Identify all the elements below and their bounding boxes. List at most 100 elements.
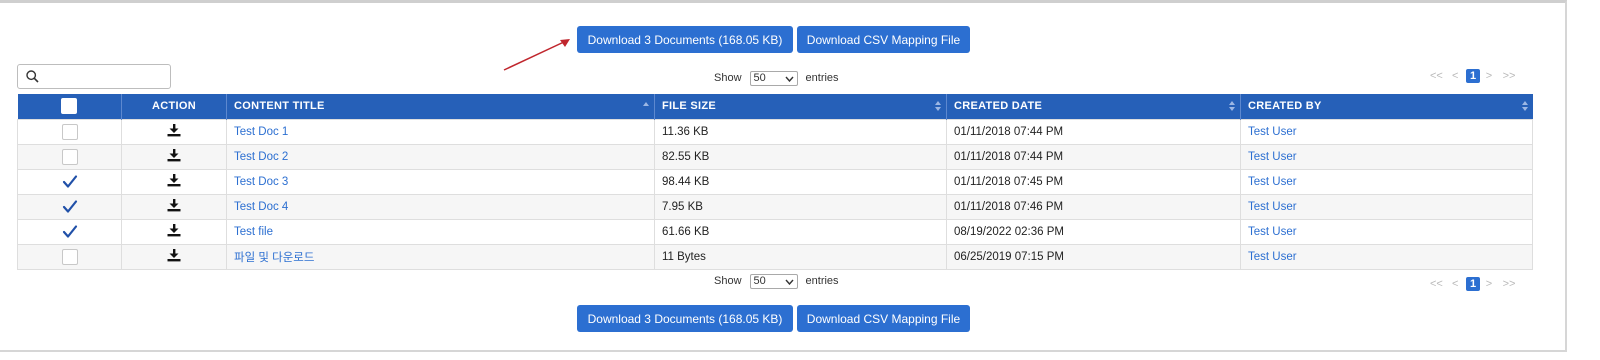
row-title-cell: Test file <box>226 218 655 245</box>
pager-last[interactable]: >> <box>1498 278 1520 290</box>
row-select-cell[interactable] <box>17 118 122 145</box>
header-content-title-label: CONTENT TITLE <box>234 100 325 113</box>
row-checkbox[interactable] <box>62 224 78 240</box>
row-size-cell: 98.44 KB <box>654 168 947 195</box>
chevron-down-icon <box>785 279 794 285</box>
row-title-cell: Test Doc 1 <box>226 118 655 145</box>
content-title-link[interactable]: Test Doc 1 <box>234 126 288 138</box>
row-select-cell[interactable] <box>17 168 122 195</box>
table-body: Test Doc 1 11.36 KB 01/11/2018 07:44 PM Tes… <box>17 118 1533 270</box>
row-select-cell[interactable] <box>17 243 122 270</box>
length-control-bottom: Show 50 entries <box>714 273 839 289</box>
content-title-link[interactable]: 파일 및 다운로드 <box>234 252 314 264</box>
row-checkbox[interactable] <box>62 199 78 215</box>
download-icon[interactable] <box>167 123 181 140</box>
table-row: Test Doc 4 7.95 KB 01/11/2018 07:46 PM Test… <box>17 193 1533 220</box>
sort-asc-icon <box>643 102 649 106</box>
row-title-cell: Test Doc 4 <box>226 193 655 220</box>
content-title-link[interactable]: Test Doc 4 <box>234 201 288 213</box>
download-csv-button-bottom[interactable]: Download CSV Mapping File <box>797 305 970 332</box>
content-title-link[interactable]: Test Doc 3 <box>234 176 288 188</box>
search-field[interactable] <box>17 64 171 89</box>
row-title-cell: Test Doc 3 <box>226 168 655 195</box>
table-header-row: ACTION CONTENT TITLE FILE SIZE CREATED D… <box>17 94 1533 119</box>
pager-current[interactable]: 1 <box>1466 277 1480 291</box>
row-date-cell: 06/25/2019 07:15 PM <box>946 243 1241 270</box>
created-by-link[interactable]: Test User <box>1248 251 1297 263</box>
content-title-link[interactable]: Test Doc 2 <box>234 151 288 163</box>
select-all-checkbox[interactable] <box>61 98 78 115</box>
download-documents-button-top[interactable]: Download 3 Documents (168.05 KB) <box>577 26 793 53</box>
created-by-link[interactable]: Test User <box>1248 201 1297 213</box>
row-date-cell: 01/11/2018 07:46 PM <box>946 193 1241 220</box>
row-checkbox[interactable] <box>61 123 78 140</box>
header-file-size[interactable]: FILE SIZE <box>654 94 947 119</box>
content-title-link[interactable]: Test file <box>234 226 273 238</box>
created-by-link[interactable]: Test User <box>1248 226 1297 238</box>
row-date-cell: 01/11/2018 07:45 PM <box>946 168 1241 195</box>
row-created-by-cell: Test User <box>1240 193 1533 220</box>
row-created-by-cell: Test User <box>1240 218 1533 245</box>
row-select-cell[interactable] <box>17 218 122 245</box>
row-checkbox[interactable] <box>61 248 78 265</box>
row-created-by-cell: Test User <box>1240 168 1533 195</box>
select-all-header[interactable] <box>17 94 122 119</box>
header-created-date-label: CREATED DATE <box>954 100 1043 113</box>
length-entries-label: entries <box>805 275 839 287</box>
documents-table: ACTION CONTENT TITLE FILE SIZE CREATED D… <box>17 94 1533 270</box>
download-icon[interactable] <box>167 173 181 190</box>
row-action-cell <box>121 143 227 170</box>
pager-prev[interactable]: < <box>1452 70 1466 82</box>
created-by-link[interactable]: Test User <box>1248 176 1297 188</box>
download-documents-button-bottom[interactable]: Download 3 Documents (168.05 KB) <box>577 305 793 332</box>
pager-current[interactable]: 1 <box>1466 69 1480 83</box>
header-file-size-label: FILE SIZE <box>662 100 717 113</box>
download-csv-button-top[interactable]: Download CSV Mapping File <box>797 26 970 53</box>
search-input[interactable] <box>44 67 166 86</box>
length-select-top[interactable]: 50 <box>749 70 798 86</box>
pager-prev[interactable]: < <box>1452 278 1466 290</box>
header-action: ACTION <box>121 94 227 119</box>
row-size-cell: 61.66 KB <box>654 218 947 245</box>
row-size-cell: 7.95 KB <box>654 193 947 220</box>
sort-icon <box>1521 101 1528 111</box>
row-checkbox[interactable] <box>61 148 78 165</box>
search-icon <box>26 70 39 83</box>
row-action-cell <box>121 218 227 245</box>
pager-next[interactable]: > <box>1480 278 1498 290</box>
table-row: Test Doc 1 11.36 KB 01/11/2018 07:44 PM Tes… <box>17 118 1533 145</box>
row-created-by-cell: Test User <box>1240 243 1533 270</box>
header-created-by[interactable]: CREATED BY <box>1240 94 1533 119</box>
row-action-cell <box>121 118 227 145</box>
pager-last[interactable]: >> <box>1498 70 1520 82</box>
header-content-title[interactable]: CONTENT TITLE <box>226 94 655 119</box>
download-icon[interactable] <box>167 198 181 215</box>
length-control-top: Show 50 entries <box>714 70 839 86</box>
download-icon[interactable] <box>167 223 181 240</box>
table-row: Test Doc 2 82.55 KB 01/11/2018 07:44 PM Tes… <box>17 143 1533 170</box>
download-icon[interactable] <box>167 248 181 265</box>
row-checkbox[interactable] <box>62 174 78 190</box>
row-size-cell: 82.55 KB <box>654 143 947 170</box>
length-select-bottom[interactable]: 50 <box>749 273 798 289</box>
row-size-cell: 11 Bytes <box>654 243 947 270</box>
row-action-cell <box>121 193 227 220</box>
row-select-cell[interactable] <box>17 193 122 220</box>
row-select-cell[interactable] <box>17 143 122 170</box>
table-row: Test file 61.66 KB 08/19/2022 02:36 PM Test… <box>17 218 1533 245</box>
length-select-value: 50 <box>753 274 766 287</box>
length-select-value: 50 <box>753 71 766 84</box>
length-show-label: Show <box>714 275 742 287</box>
created-by-link[interactable]: Test User <box>1248 151 1297 163</box>
pager-next[interactable]: > <box>1480 70 1498 82</box>
row-date-cell: 08/19/2022 02:36 PM <box>946 218 1241 245</box>
pager-first[interactable]: << <box>1430 278 1452 290</box>
pager-first[interactable]: << <box>1430 70 1452 82</box>
row-title-cell: Test Doc 2 <box>226 143 655 170</box>
annotation-arrow <box>503 39 570 71</box>
header-created-date[interactable]: CREATED DATE <box>946 94 1241 119</box>
download-icon[interactable] <box>167 148 181 165</box>
row-size-cell: 11.36 KB <box>654 118 947 145</box>
pagination-top: << < 1 > >> <box>1430 68 1520 84</box>
created-by-link[interactable]: Test User <box>1248 126 1297 138</box>
